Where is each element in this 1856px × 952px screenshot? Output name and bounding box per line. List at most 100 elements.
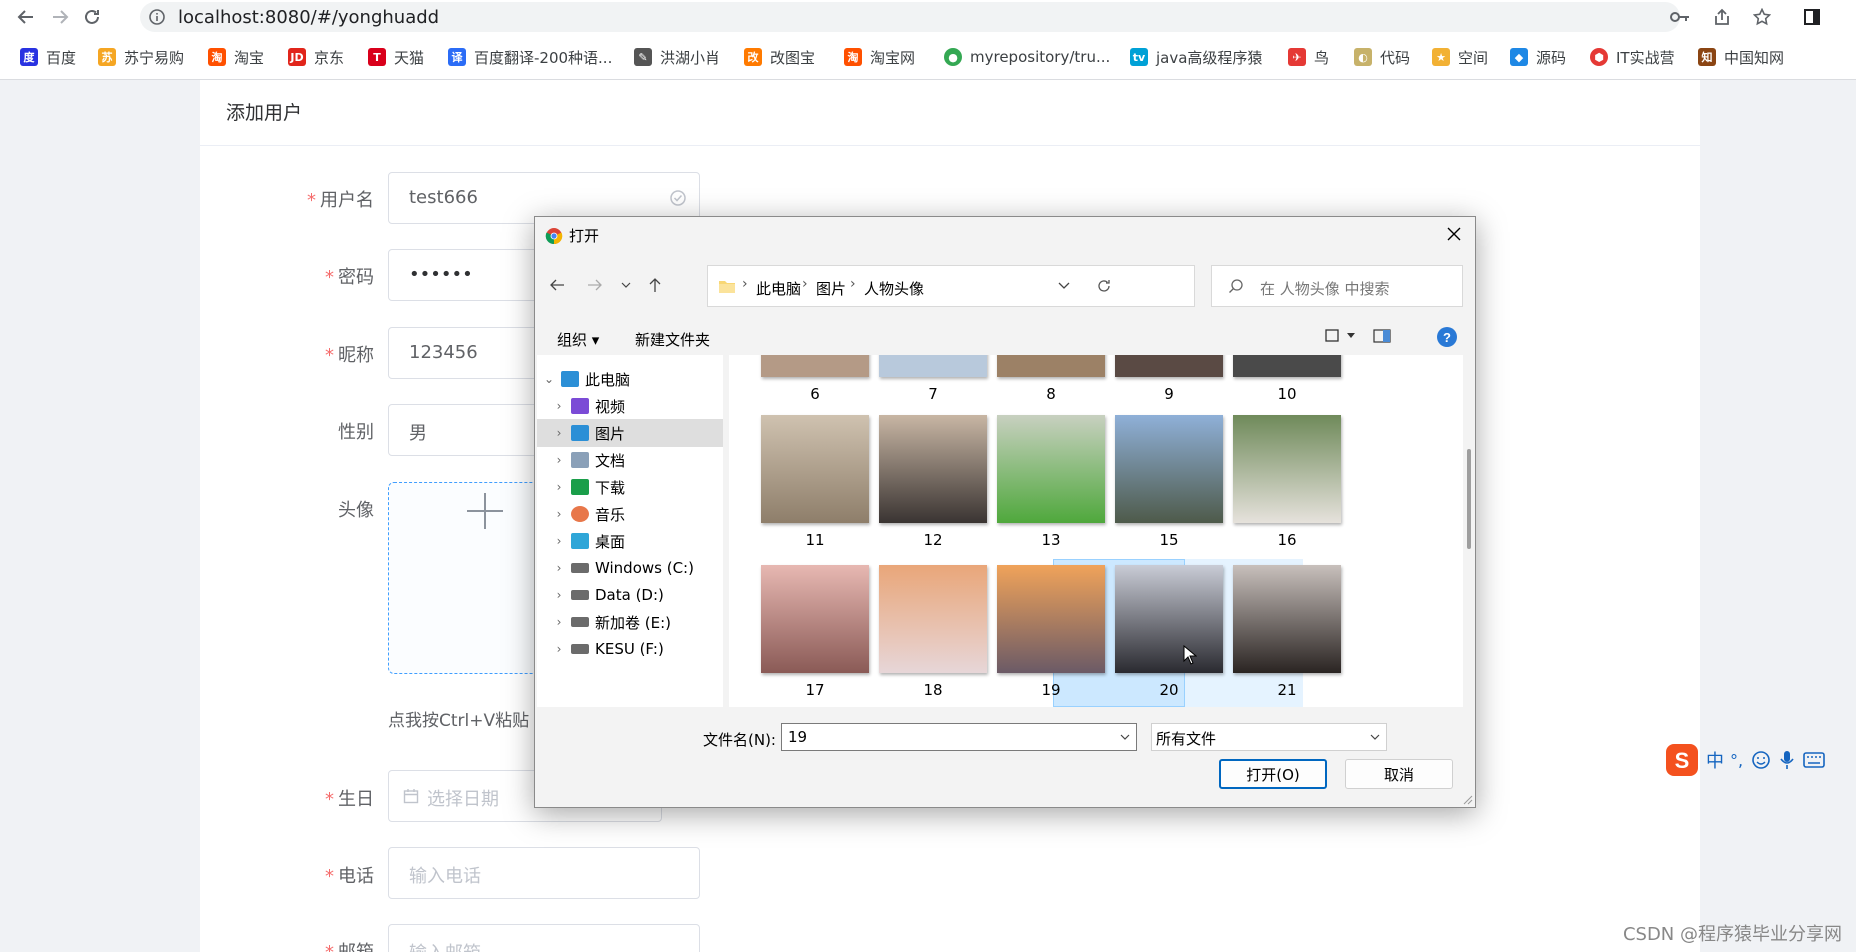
file-item[interactable]: 9 [1115, 355, 1223, 403]
bookmark-item[interactable]: 知中国知网 [1698, 46, 1784, 68]
grid-scrollbar[interactable] [1463, 355, 1475, 707]
chevron-right-icon: › [556, 615, 562, 629]
code-icon: ◐ [1354, 48, 1372, 66]
sogou-logo-icon[interactable]: S [1664, 742, 1700, 778]
help-icon[interactable]: ? [1437, 327, 1457, 347]
share-icon[interactable] [1710, 6, 1734, 28]
filename-input[interactable]: 19 [781, 723, 1137, 751]
key-icon[interactable] [1668, 6, 1692, 28]
preview-pane-icon[interactable] [1373, 329, 1391, 343]
up-arrow-icon[interactable] [647, 277, 663, 293]
forward-button[interactable] [48, 6, 72, 28]
bookmark-item[interactable]: ◆ 源码 [1510, 46, 1566, 68]
new-folder-button[interactable]: 新建文件夹 [635, 329, 710, 350]
chevron-down-icon[interactable] [1058, 282, 1070, 290]
resize-grip-icon[interactable] [1463, 795, 1473, 805]
dialog-close-button[interactable] [1443, 223, 1465, 245]
file-open-dialog: 打开 › 此电脑 › 图片 › 人物头像 在 人物头像 中搜索 组织 ▾ 新建文… [534, 216, 1476, 808]
chevron-down-icon[interactable] [621, 281, 631, 289]
file-item[interactable]: 17 [761, 565, 869, 699]
tree-item-drive-e[interactable]: › 新加卷 (E:) [537, 608, 723, 636]
reload-button[interactable] [80, 6, 104, 28]
bookmark-item[interactable]: ★ 空间 [1432, 46, 1488, 68]
view-mode-icon[interactable] [1325, 329, 1341, 343]
side-panel-icon[interactable] [1800, 6, 1824, 28]
back-arrow-icon[interactable] [549, 277, 565, 293]
breadcrumb-item[interactable]: 人物头像 [864, 278, 924, 299]
file-item-selected[interactable]: 19 [997, 565, 1105, 699]
info-icon[interactable] [148, 8, 166, 26]
ime-punct[interactable]: °, [1730, 751, 1743, 770]
tree-item-this-pc[interactable]: ⌄ 此电脑 [537, 365, 723, 393]
bookmark-item[interactable]: ✎ 洪湖小肖 [634, 46, 720, 68]
bookmark-item[interactable]: T 天猫 [368, 46, 424, 68]
file-item[interactable]: 20 [1115, 565, 1223, 699]
taobao-icon: 淘 [844, 48, 862, 66]
bookmark-item[interactable]: 苏苏宁易购 [98, 46, 184, 68]
gender-label: 性别 [338, 422, 374, 443]
tree-item-drive-c[interactable]: › Windows (C:) [537, 554, 723, 582]
file-item[interactable]: 8 [997, 355, 1105, 403]
thumbnail-image [1115, 565, 1223, 673]
bookmark-item[interactable]: ◐ 代码 [1354, 46, 1410, 68]
breadcrumb-item[interactable]: 图片 [816, 278, 846, 299]
back-button[interactable] [14, 6, 38, 28]
file-item[interactable]: 11 [761, 415, 869, 549]
scrollbar-thumb[interactable] [1467, 449, 1471, 549]
file-item[interactable]: 7 [879, 355, 987, 403]
bookmark-item[interactable]: 度百度 [20, 46, 76, 68]
email-label: *邮箱 [234, 938, 374, 952]
gaitubao-icon: 改 [744, 48, 762, 66]
chevron-down-icon[interactable] [1120, 734, 1130, 741]
address-path-box[interactable]: › 此电脑 › 图片 › 人物头像 [707, 265, 1195, 307]
cancel-button[interactable]: 取消 [1345, 759, 1453, 789]
organize-menu[interactable]: 组织 ▾ [557, 329, 599, 350]
desktop-icon [571, 533, 589, 549]
bookmark-item[interactable]: ✈ 鸟 [1288, 46, 1329, 68]
chevron-down-icon[interactable] [1347, 333, 1355, 339]
file-item[interactable]: 13 [997, 415, 1105, 549]
phone-input[interactable]: 输入电话 [388, 847, 700, 899]
folder-search-input[interactable]: 在 人物头像 中搜索 [1211, 265, 1463, 307]
file-item[interactable]: 21 [1233, 565, 1341, 699]
tree-item-pictures[interactable]: › 图片 [537, 419, 723, 447]
ime-mode[interactable]: 中 [1706, 747, 1724, 773]
tree-item-downloads[interactable]: › 下载 [537, 473, 723, 501]
bookmark-item[interactable]: tv java高级程序猿 [1130, 46, 1262, 68]
file-item[interactable]: 16 [1233, 415, 1341, 549]
tree-item-desktop[interactable]: › 桌面 [537, 527, 723, 555]
plus-icon [467, 493, 503, 529]
file-item[interactable]: 10 [1233, 355, 1341, 403]
file-item[interactable]: 12 [879, 415, 987, 549]
breadcrumb-item[interactable]: 此电脑 [756, 278, 801, 299]
chrome-icon [545, 227, 563, 244]
bookmark-item[interactable]: 译百度翻译-200种语... [448, 46, 612, 68]
file-item[interactable]: 15 [1115, 415, 1223, 549]
file-grid: 6 7 8 9 10 11 12 13 15 16 17 18 19 20 21 [729, 355, 1463, 707]
open-button[interactable]: 打开(O) [1219, 759, 1327, 789]
email-input[interactable]: 输入邮箱 [388, 924, 700, 952]
emoji-icon[interactable] [1751, 750, 1771, 770]
bookmark-item[interactable]: JD 京东 [288, 46, 344, 68]
bookmark-item[interactable]: 改改图宝 [744, 46, 815, 68]
forward-arrow-icon[interactable] [587, 277, 603, 293]
bookmark-item[interactable]: ⬢ IT实战营 [1590, 46, 1675, 68]
tree-item-music[interactable]: › 音乐 [537, 500, 723, 528]
bookmark-item[interactable]: 淘淘宝 [208, 46, 264, 68]
bookmark-item[interactable]: ● myrepository/tru... [944, 46, 1110, 68]
filetype-select[interactable]: 所有文件 [1151, 723, 1387, 751]
refresh-icon[interactable] [1096, 278, 1112, 294]
keyboard-icon[interactable] [1803, 752, 1825, 768]
file-item[interactable]: 18 [879, 565, 987, 699]
tree-item-drive-f[interactable]: › KESU (F:) [537, 635, 723, 663]
tree-item-drive-d[interactable]: › Data (D:) [537, 581, 723, 609]
star-icon[interactable] [1750, 6, 1774, 28]
bookmark-item[interactable]: 淘淘宝网 [844, 46, 915, 68]
file-item[interactable]: 6 [761, 355, 869, 403]
url-text[interactable]: localhost:8080/#/yonghuadd [178, 7, 439, 28]
microphone-icon[interactable] [1779, 750, 1795, 770]
tree-item-videos[interactable]: › 视频 [537, 392, 723, 420]
thumbnail-image [879, 355, 987, 377]
tree-item-documents[interactable]: › 文档 [537, 446, 723, 474]
thumbnail-image [997, 415, 1105, 523]
